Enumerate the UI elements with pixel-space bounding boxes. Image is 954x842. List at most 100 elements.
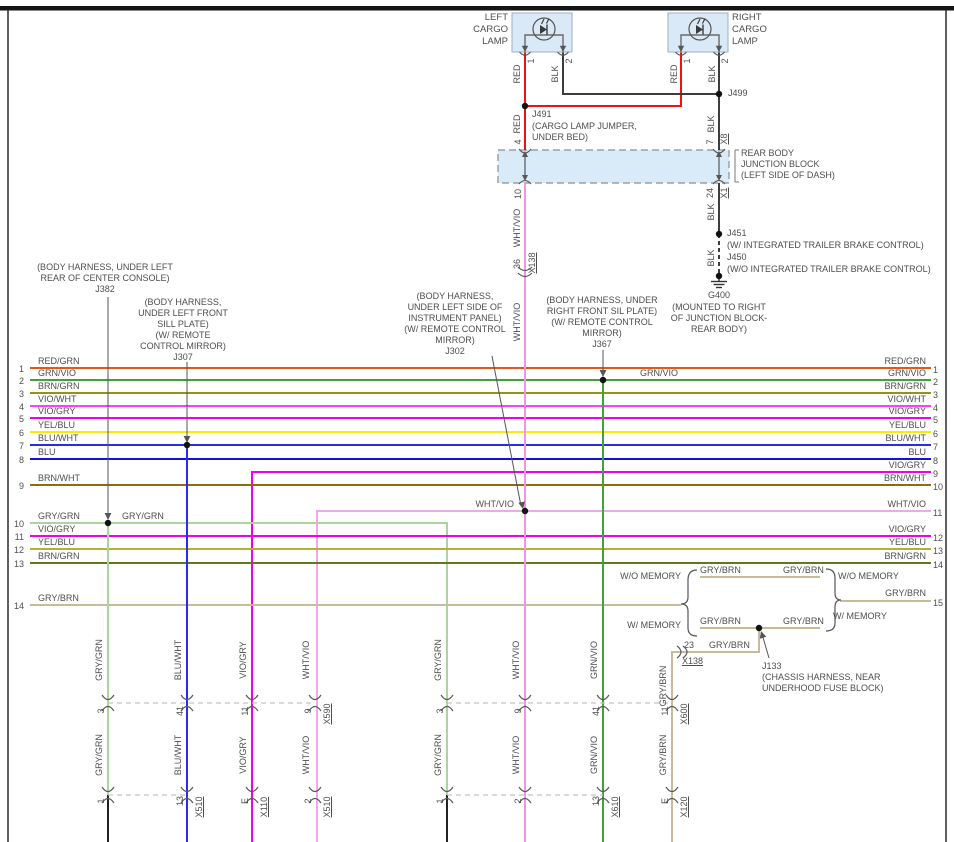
wire-label: GRY/GRN [94, 734, 104, 776]
row-label: GRY/BRN [885, 588, 926, 598]
row-label: GRY/GRN [38, 511, 80, 521]
wire-label: BLK [550, 65, 560, 83]
wire-label: RED [669, 64, 679, 84]
wire-label: GRN/VIO [589, 736, 599, 775]
wire-label: WHT/VIO [511, 640, 521, 680]
connector-label-x510: X510 [194, 796, 204, 818]
connector-label-x600: X600 [679, 703, 689, 725]
row-label: BRN/GRN [38, 551, 80, 561]
wire-label: GRY/GRN [433, 639, 443, 681]
row-label: VIO/GRY [38, 524, 76, 534]
connector-label-x610: X610 [610, 796, 620, 818]
pin-label: 9 [303, 708, 313, 714]
annotation-j302: (BODY HARNESS, UNDER LEFT SIDE OF INSTRU… [404, 291, 506, 356]
splice-j451 [715, 230, 723, 238]
wire-label: WHT/VIO [301, 735, 311, 775]
pin-label: 10 [513, 189, 523, 200]
row-number: 4 [18, 402, 24, 412]
wiring-diagram-page: LEFT CARGO LAMP RIGHT CARGO LAMP 1 2 1 2… [0, 0, 954, 842]
row-label: GRY/BRN [38, 593, 79, 603]
pin-label: 3 [96, 708, 106, 714]
splice-j133 [755, 624, 763, 632]
wire-label: GRY/GRN [94, 639, 104, 681]
row-label: RED/GRN [884, 356, 926, 366]
splice-label-j491: J491 [532, 109, 552, 119]
connector-label-x1: X1 [719, 187, 729, 199]
row-label: BRN/WHT [38, 473, 80, 483]
splice-j307 [183, 441, 191, 449]
wire-label: WHT/VIO [511, 735, 521, 775]
pin-label: 7 [705, 139, 715, 145]
circuit-rows [30, 367, 931, 842]
wire-label: RED [512, 64, 522, 84]
row-label: VIO/GRY [888, 460, 926, 470]
tap-label-grn-vio: GRN/VIO [640, 368, 679, 378]
pin-label: 2 [303, 798, 313, 804]
row-number: 2 [933, 377, 939, 387]
row-number: 6 [933, 429, 939, 439]
wire-label: BLK [707, 65, 717, 83]
wire-label: BLK [706, 203, 716, 221]
row-number: 3 [18, 389, 24, 399]
row-label: BRN/GRN [38, 381, 80, 391]
row-label: BLU/WHT [885, 433, 927, 443]
row-number: 1 [18, 364, 24, 374]
splice-j450 [715, 272, 723, 280]
wire-label: GRY/BRN [700, 616, 741, 626]
top-border [0, 6, 954, 11]
splice-desc-j451: (W/ INTEGRATED TRAILER BRAKE CONTROL) [727, 240, 924, 250]
row-label: YEL/BLU [888, 420, 926, 430]
wiring-diagram-canvas [0, 6, 954, 842]
annotation-j133: J133 (CHASSIS HARNESS, NEAR UNDERHOOD FU… [762, 661, 884, 693]
connector-label-x590: X590 [322, 703, 332, 725]
wire-label: GRY/BRN [700, 565, 741, 575]
row-number: 4 [933, 403, 939, 413]
row-label: BLU [38, 447, 56, 457]
row-label: BRN/GRN [884, 551, 926, 561]
row-number: 15 [933, 598, 944, 608]
row-number: 5 [933, 415, 939, 425]
row-label: BLU/WHT [38, 433, 79, 443]
pin-label: 41 [591, 706, 601, 717]
connector-label-x138: X138 [527, 252, 537, 274]
right-cargo-lamp [667, 12, 729, 56]
row-number: 10 [13, 519, 24, 529]
memory-option-label: W/ MEMORY [833, 611, 887, 621]
row-label: YEL/BLU [38, 537, 76, 547]
junction-block-text-bracket [734, 149, 739, 183]
wire-label: WHT/VIO [512, 208, 522, 248]
pin-label: 36 [512, 259, 522, 270]
junction-block-label: REAR BODY JUNCTION BLOCK (LEFT SIDE OF D… [741, 148, 835, 180]
row-label: BRN/WHT [884, 473, 926, 483]
left-brace [680, 569, 698, 637]
ground-label-g400: G400 [707, 290, 731, 300]
wire-label: GRN/VIO [589, 641, 599, 680]
memory-option-label: W/O MEMORY [620, 571, 681, 581]
pin-label: 11 [240, 706, 250, 716]
row-label: VIO/GRY [888, 406, 926, 416]
splice-j302 [521, 507, 529, 515]
wire-label: VIO/GRY [238, 736, 248, 774]
row-number: 14 [933, 560, 944, 570]
wire-label: GRY/BRN [783, 565, 824, 575]
splice-j382 [104, 519, 112, 527]
wire-label: GRY/BRN [658, 734, 668, 776]
row-number: 3 [933, 390, 939, 400]
left-cargo-lamp [511, 12, 573, 56]
pin-label: 2 [513, 798, 523, 804]
row-label: YEL/BLU [38, 420, 76, 430]
wire-label: BLK [706, 249, 716, 267]
row-number: 2 [18, 376, 24, 386]
wire-label: BLU/WHT [173, 734, 183, 776]
splice-label-j499: J499 [728, 88, 748, 98]
pin-label: 1 [96, 798, 106, 804]
pin-label: 1 [435, 798, 445, 804]
row-number: 11 [933, 508, 943, 518]
row-number: 13 [933, 546, 944, 556]
annotation-j367: (BODY HARNESS, UNDER RIGHT FRONT SIL PLA… [546, 295, 658, 349]
annotation-j382: (BODY HARNESS, UNDER LEFT REAR OF CENTER… [37, 262, 173, 294]
pin-label: 11 [660, 706, 670, 716]
splice-j499 [715, 90, 723, 98]
pin-label: 9 [513, 708, 523, 714]
pin-label: 4 [513, 139, 523, 145]
